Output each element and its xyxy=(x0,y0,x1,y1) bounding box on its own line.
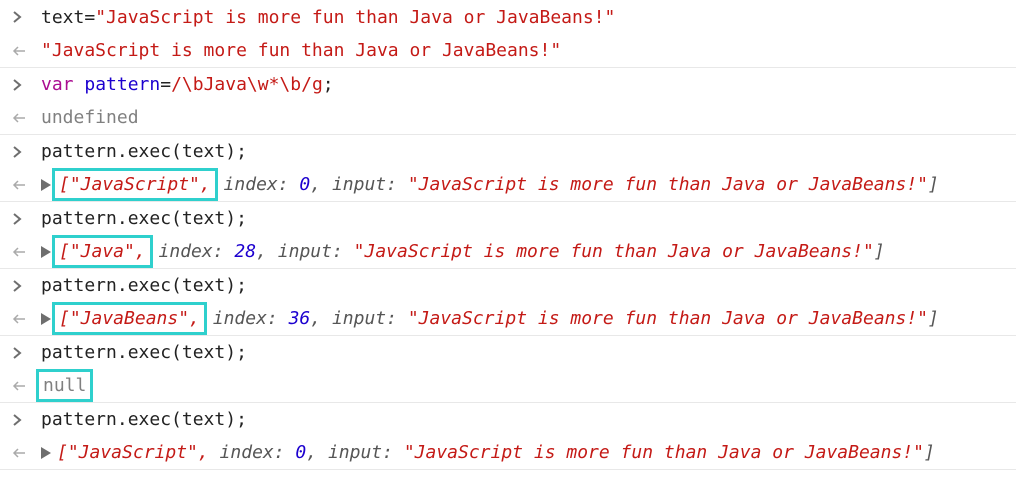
return-arrow-icon xyxy=(12,447,41,459)
console-output-row[interactable]: ["JavaScript", index: 0, input: "JavaScr… xyxy=(0,436,1016,470)
console-input-text: pattern.exec(text); xyxy=(41,409,247,430)
highlighted-match: ["Java", xyxy=(52,235,153,268)
return-arrow-icon xyxy=(12,179,41,191)
console-input-text: text="JavaScript is more fun than Java o… xyxy=(41,6,616,28)
console-output-text: "JavaScript is more fun than Java or Jav… xyxy=(41,40,562,61)
console-output-row: "JavaScript is more fun than Java or Jav… xyxy=(0,34,1016,68)
triangle-right-icon[interactable] xyxy=(41,245,51,258)
chevron-right-icon xyxy=(12,212,41,225)
chevron-right-icon xyxy=(12,279,41,292)
console-input-row[interactable]: var pattern=/\bJava\w*\b/g; xyxy=(0,68,1016,101)
match-array: ["JavaScript", index: 0, input: "JavaScr… xyxy=(52,168,939,201)
console-input-row[interactable]: text="JavaScript is more fun than Java o… xyxy=(0,0,1016,34)
console-output-row: undefined xyxy=(0,101,1016,135)
console-output-row: null xyxy=(0,369,1016,403)
console-input-row[interactable]: pattern.exec(text); xyxy=(0,135,1016,168)
highlighted-match: ["JavaBeans", xyxy=(52,302,207,335)
console-input-text: pattern.exec(text); xyxy=(41,208,247,229)
console-output-row[interactable]: ["JavaBeans", index: 36, input: "JavaScr… xyxy=(0,302,1016,336)
devtools-console: text="JavaScript is more fun than Java o… xyxy=(0,0,1016,478)
console-input-text: var pattern=/\bJava\w*\b/g; xyxy=(41,74,334,95)
console-output-row[interactable]: ["Java", index: 28, input: "JavaScript i… xyxy=(0,235,1016,269)
match-array: ["JavaScript", index: 0, input: "JavaScr… xyxy=(57,442,935,463)
chevron-right-icon xyxy=(12,346,41,359)
return-arrow-icon xyxy=(12,313,41,325)
match-array: ["JavaBeans", index: 36, input: "JavaScr… xyxy=(52,302,939,335)
return-arrow-icon xyxy=(12,380,41,392)
console-output-row[interactable]: ["JavaScript", index: 0, input: "JavaScr… xyxy=(0,168,1016,202)
console-input-row[interactable]: pattern.exec(text); xyxy=(0,336,1016,369)
chevron-right-icon xyxy=(12,78,41,91)
console-input-row[interactable]: pattern.exec(text); xyxy=(0,202,1016,235)
chevron-right-icon xyxy=(12,11,41,23)
console-input-row[interactable]: pattern.exec(text); xyxy=(0,269,1016,302)
return-arrow-icon xyxy=(12,112,41,124)
return-arrow-icon xyxy=(12,45,41,57)
match-array: ["Java", index: 28, input: "JavaScript i… xyxy=(52,235,885,268)
triangle-right-icon[interactable] xyxy=(41,178,51,191)
console-input-text: pattern.exec(text); xyxy=(41,141,247,162)
chevron-right-icon xyxy=(12,145,41,158)
console-input-row[interactable]: pattern.exec(text); xyxy=(0,403,1016,436)
return-arrow-icon xyxy=(12,246,41,258)
triangle-right-icon[interactable] xyxy=(41,312,51,325)
highlighted-match: ["JavaScript", xyxy=(52,168,218,201)
console-input-text: pattern.exec(text); xyxy=(41,275,247,296)
chevron-right-icon xyxy=(12,413,41,426)
match-value: ["JavaScript", xyxy=(57,442,209,463)
console-input-text: pattern.exec(text); xyxy=(41,342,247,363)
console-output-text: undefined xyxy=(41,107,139,128)
triangle-right-icon[interactable] xyxy=(41,446,51,459)
highlighted-null: null xyxy=(35,369,94,402)
